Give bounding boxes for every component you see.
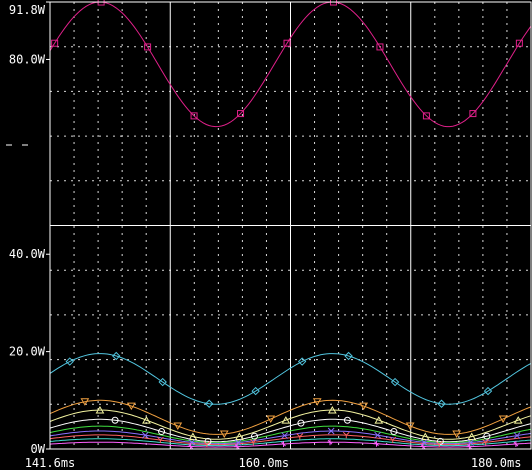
- y-tick-label: 40.0W: [9, 247, 46, 261]
- x-axis-labels: 141.6ms 160.0ms 180.0ms: [25, 456, 522, 470]
- trace-markers: [51, 0, 523, 450]
- y-tick-label: 0W: [31, 442, 46, 456]
- waveform-plot[interactable]: 0W 20.0W 40.0W 80.0W 91.8W 141.6ms 160.0ms 180…: [0, 0, 532, 470]
- trace-marker: [373, 440, 380, 447]
- y-tick-label: 91.8W: [9, 3, 46, 17]
- x-tick-label: 160.0ms: [238, 456, 289, 470]
- y-tick-label: 80.0W: [9, 52, 46, 66]
- y-axis-labels: 0W 20.0W 40.0W 80.0W 91.8W: [9, 1, 50, 456]
- plot-grid: [50, 2, 531, 449]
- x-tick-label: 141.6ms: [25, 456, 76, 470]
- trace-marker: [327, 439, 334, 446]
- y-tick-label: 20.0W: [9, 345, 46, 359]
- x-tick-label: 180.0ms: [471, 456, 522, 470]
